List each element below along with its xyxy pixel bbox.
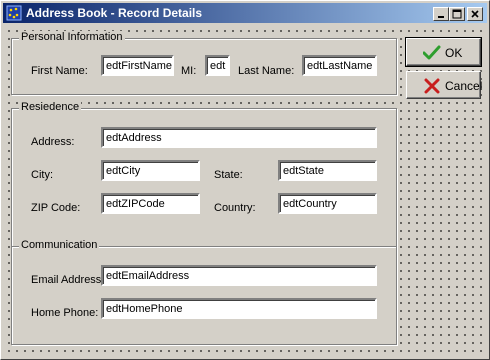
home-phone-field[interactable]: edtHomePhone [101,298,377,319]
address-field[interactable]: edtAddress [101,127,377,148]
form-client-area: Personal Information First Name: edtFirs… [3,25,487,357]
residence-group: Resiedence Address: edtAddress City: edt… [11,101,397,248]
personal-info-group: Personal Information First Name: edtFirs… [11,31,397,95]
checkmark-icon [423,45,441,60]
x-mark-icon [424,78,440,94]
close-icon [471,10,479,18]
first-name-label: First Name: [31,65,88,77]
last-name-label: Last Name: [238,65,295,77]
ok-button[interactable]: OK [405,37,482,67]
state-label: State: [214,169,243,181]
home-phone-label: Home Phone: [31,307,99,319]
cancel-button[interactable]: Cancel [406,71,483,99]
minimize-icon [438,16,444,18]
zip-code-label: ZIP Code: [31,202,81,214]
app-icon[interactable] [6,5,22,21]
city-label: City: [31,169,53,181]
close-button[interactable] [467,7,483,21]
residence-legend: Resiedence [19,101,82,113]
address-label: Address: [31,136,75,148]
communication-group: Communication Email Address: edtEmailAdd… [11,239,397,345]
personal-info-legend: Personal Information [19,31,125,43]
zip-code-field[interactable]: edtZIPCode [101,193,200,214]
maximize-button[interactable] [449,7,465,21]
state-field[interactable]: edtState [278,160,377,181]
communication-legend: Communication [19,239,100,251]
title-bar[interactable]: Address Book - Record Details [3,3,487,23]
email-address-label: Email Address: [31,274,105,286]
country-label: Country: [214,202,256,214]
country-field[interactable]: edtCountry [278,193,377,214]
ok-button-label: OK [445,46,463,60]
mi-label: MI: [181,65,197,77]
maximize-icon [452,9,462,19]
cancel-button-label: Cancel [445,79,483,93]
email-address-field[interactable]: edtEmailAddress [101,265,377,286]
mi-field[interactable]: edt [205,55,230,76]
city-field[interactable]: edtCity [101,160,200,181]
first-name-field[interactable]: edtFirstName [101,55,174,76]
address-book-window: Address Book - Record Details Personal I… [0,0,490,360]
minimize-button[interactable] [433,7,449,21]
window-title: Address Book - Record Details [26,6,203,20]
last-name-field[interactable]: edtLastName [302,55,377,76]
